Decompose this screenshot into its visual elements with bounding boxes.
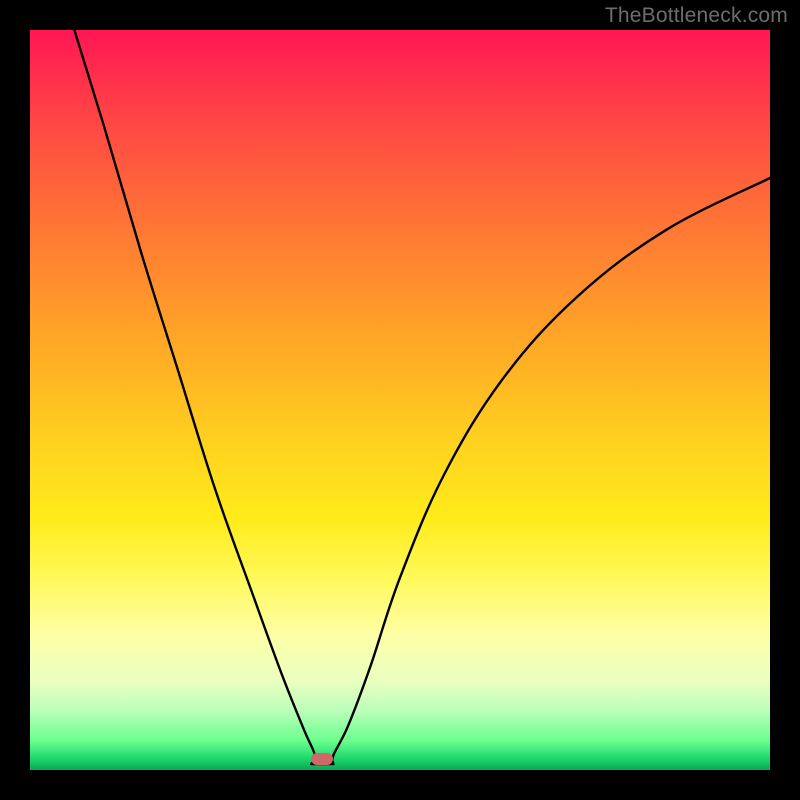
chart-frame: TheBottleneck.com bbox=[0, 0, 800, 800]
curve-svg bbox=[30, 30, 770, 770]
bottleneck-curve bbox=[74, 30, 770, 764]
watermark-text: TheBottleneck.com bbox=[605, 4, 788, 28]
plot-area bbox=[30, 30, 770, 770]
optimum-marker bbox=[311, 753, 333, 765]
